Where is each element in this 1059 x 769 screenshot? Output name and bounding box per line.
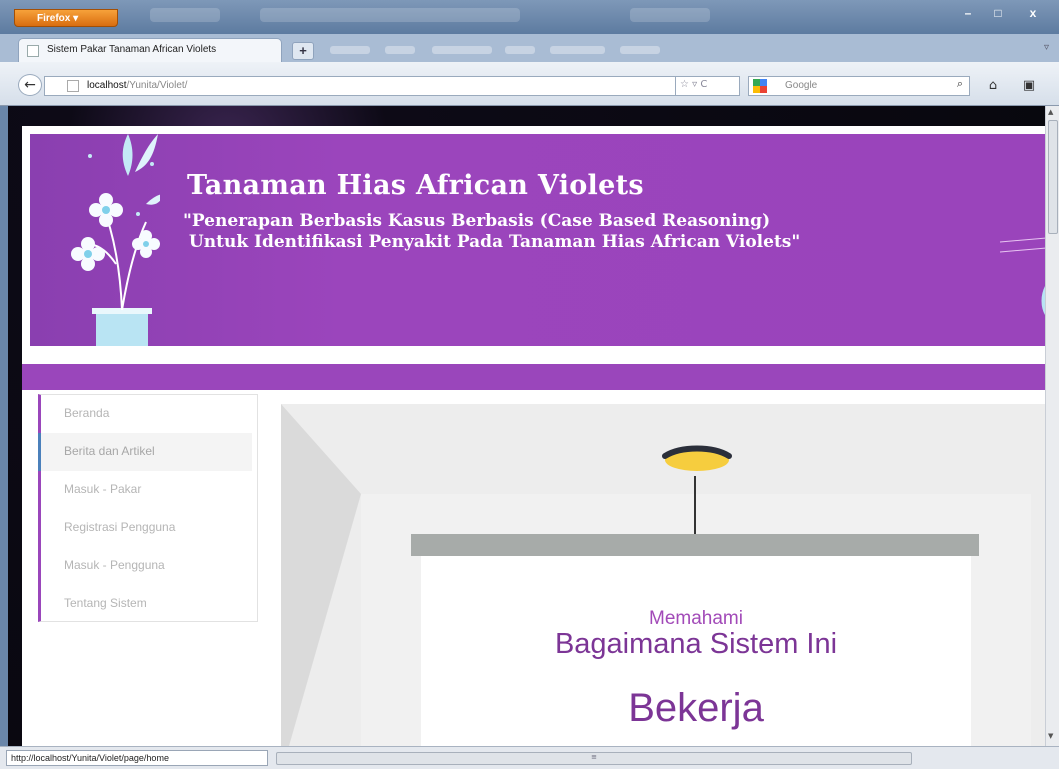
scroll-down-icon[interactable]: ▼: [1048, 732, 1053, 740]
new-tab-button[interactable]: +: [292, 42, 314, 60]
google-icon: [753, 79, 767, 93]
site-subtitle: "Penerapan Berbasis Kasus Berbasis (Case…: [183, 211, 801, 252]
web-page: Tanaman Hias African Violets "Penerapan …: [22, 126, 1045, 746]
close-button[interactable]: x: [1013, 4, 1053, 24]
blurred-region: [550, 46, 605, 54]
board-frame: [411, 534, 979, 556]
sidebar-item-berita-dan-artikel[interactable]: Berita dan Artikel: [38, 433, 252, 471]
browser-tab[interactable]: Sistem Pakar Tanaman African Violets: [18, 38, 282, 62]
header-banner: Tanaman Hias African Violets "Penerapan …: [22, 126, 1045, 364]
hero-illustration: Memahami Bagaimana Sistem Ini Bekerja: [281, 404, 1045, 746]
ceiling-lamp-icon: [662, 445, 732, 471]
hero-title-large: Bekerja: [628, 686, 764, 730]
page-icon: [27, 45, 39, 57]
maximize-button[interactable]: □: [983, 4, 1013, 24]
site-identity-icon: [67, 80, 79, 92]
presentation-board: Memahami Bagaimana Sistem Ini Bekerja: [421, 556, 971, 746]
tab-bar: Sistem Pakar Tanaman African Violets + ▿: [0, 34, 1059, 62]
horizontal-scrollbar[interactable]: ≡: [276, 752, 912, 765]
tab-title: Sistem Pakar Tanaman African Violets: [47, 44, 217, 55]
window-titlebar: Firefox ▾ – □ x: [0, 0, 1059, 34]
banner-background: Tanaman Hias African Violets "Penerapan …: [30, 134, 1045, 346]
site-title: Tanaman Hias African Violets: [187, 170, 644, 201]
scrollbar-thumb[interactable]: [1048, 120, 1058, 234]
navigation-toolbar: ← localhost/Yunita/Violet/ ☆ ▿ C Google …: [0, 62, 1059, 106]
decorative-lamp-icon: [999, 237, 1045, 315]
blurred-region: [505, 46, 535, 54]
search-placeholder: Google: [785, 80, 818, 91]
back-arrow-icon[interactable]: ←: [18, 74, 42, 96]
nav-strip: [22, 364, 1045, 390]
blurred-region: [385, 46, 415, 54]
window-controls: – □ x: [953, 4, 1053, 24]
firefox-menu-button[interactable]: Firefox ▾: [14, 9, 118, 27]
sidebar-menu: Beranda Berita dan Artikel Masuk - Pakar…: [38, 394, 258, 622]
blurred-region: [432, 46, 492, 54]
hero-subtitle: Memahami: [649, 608, 743, 629]
url-path: /Yunita/Violet/: [126, 80, 188, 91]
sidebar-item-masuk-pakar[interactable]: Masuk - Pakar: [41, 471, 257, 509]
blurred-region: [260, 8, 520, 22]
status-bar: http://localhost/Yunita/Violet/page/home…: [0, 746, 1059, 769]
url-tools: ☆ ▿ C: [676, 76, 740, 96]
url-host: localhost: [87, 80, 127, 91]
room-left-wall: [281, 404, 361, 746]
flower-vase-icon: [71, 134, 160, 346]
sidebar-item-tentang-sistem[interactable]: Tentang Sistem: [41, 585, 257, 623]
vertical-scrollbar[interactable]: ▲ ▼: [1045, 106, 1059, 746]
sidebar-item-masuk-pengguna[interactable]: Masuk - Pengguna: [41, 547, 257, 585]
sidebar-item-beranda[interactable]: Beranda: [41, 395, 257, 433]
scroll-up-icon[interactable]: ▲: [1048, 108, 1053, 116]
hero-title: Bagaimana Sistem Ini: [554, 628, 838, 660]
status-url: http://localhost/Yunita/Violet/page/home: [6, 750, 268, 766]
address-bar[interactable]: localhost/Yunita/Violet/: [44, 76, 676, 96]
blurred-region: [150, 8, 220, 22]
history-dropdown-icon[interactable]: ▿: [692, 79, 697, 90]
list-all-tabs-icon[interactable]: ▿: [1044, 42, 1049, 53]
search-icon[interactable]: ⌕: [957, 78, 963, 91]
blurred-region: [630, 8, 710, 22]
bookmark-star-icon[interactable]: ☆: [680, 79, 689, 90]
window-border: [0, 106, 8, 746]
reload-icon[interactable]: C: [700, 79, 707, 90]
blurred-region: [620, 46, 660, 54]
minimize-button[interactable]: –: [953, 4, 983, 24]
firefox-menu-label: Firefox: [37, 13, 71, 24]
blurred-region: [330, 46, 370, 54]
sidebar-item-registrasi-pengguna[interactable]: Registrasi Pengguna: [41, 509, 257, 547]
page-viewport: Tanaman Hias African Violets "Penerapan …: [8, 106, 1045, 746]
search-bar[interactable]: Google ⌕: [748, 76, 970, 96]
addons-icon[interactable]: ▣: [1018, 76, 1040, 96]
lamp-cord: [694, 476, 696, 534]
home-icon[interactable]: ⌂: [982, 76, 1004, 96]
